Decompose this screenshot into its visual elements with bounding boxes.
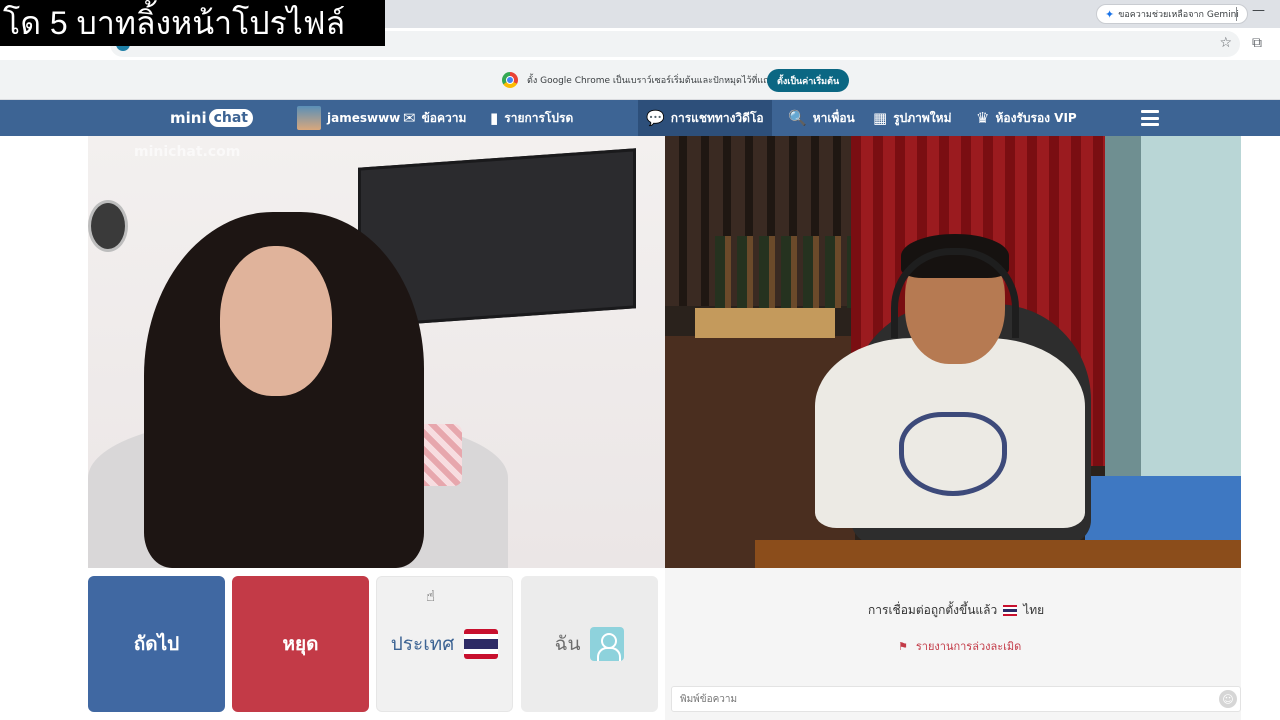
bookmark-icon: ▮ — [490, 109, 499, 127]
logo-mini-text: mini — [170, 109, 207, 127]
infobar-message: ตั้ง Google Chrome เป็นเบราว์เซอร์เริ่มต… — [527, 76, 790, 86]
next-button[interactable]: ถัดไป — [88, 576, 225, 712]
nav-messages[interactable]: ✉ ข้อความ — [403, 100, 466, 136]
connection-text: การเชื่อมต่อถูกตั้งขึ้นแล้ว — [868, 603, 998, 617]
crown-icon: ♛ — [976, 109, 990, 127]
logo-chat-bubble: chat — [208, 109, 253, 127]
next-button-label: ถัดไป — [133, 633, 180, 655]
nav-username: jameswww — [327, 111, 401, 125]
nav-find-friends-label: หาเพื่อน — [812, 110, 855, 125]
video-shelf-top-shape — [695, 308, 835, 338]
chrome-logo-icon — [502, 72, 518, 88]
video-table-shape — [755, 540, 1241, 568]
minimize-icon[interactable]: — — [1252, 3, 1265, 18]
overlay-caption: โด 5 บาทลิ้งหน้าโปรไฟล์ — [0, 0, 385, 46]
nav-vip-room-label: ห้องรับรอง VIP — [995, 110, 1077, 125]
flag-icon: ⚑ — [898, 639, 908, 653]
nav-favorites[interactable]: ▮ รายการโปรด — [490, 100, 573, 136]
gemini-label: ขอความช่วยเหลือจาก Gemini — [1118, 10, 1239, 20]
me-button[interactable]: ฉัน — [521, 576, 658, 712]
emoji-icon[interactable]: ☺ — [1219, 690, 1237, 708]
extensions-icon[interactable]: ⧉ — [1252, 35, 1262, 51]
hamburger-menu-icon[interactable] — [1141, 110, 1159, 126]
star-icon[interactable]: ☆ — [1219, 35, 1232, 51]
stop-button-label: หยุด — [282, 633, 319, 655]
video-shirt-print — [899, 412, 1007, 496]
nav-profile[interactable]: jameswww — [297, 100, 400, 136]
set-default-button[interactable]: ตั้งเป็นค่าเริ่มต้น — [767, 69, 850, 92]
nav-vip-room[interactable]: ♛ ห้องรับรอง VIP — [976, 100, 1077, 136]
message-input[interactable] — [671, 686, 1241, 712]
avatar — [297, 106, 321, 130]
user-avatar-icon — [590, 627, 625, 661]
local-video — [665, 136, 1241, 568]
gemini-spark-icon: ✦ — [1105, 7, 1115, 21]
country-button-label: ประเทศ — [390, 633, 455, 655]
connection-country: ไทย — [1023, 603, 1045, 617]
search-icon: 🔍 — [788, 109, 807, 127]
nav-favorites-label: รายการโปรด — [504, 110, 574, 125]
thailand-flag-icon — [464, 629, 499, 659]
chat-bubble-icon: 💬 — [646, 109, 665, 127]
nav-find-friends[interactable]: 🔍 หาเพื่อน — [788, 100, 855, 136]
video-watermark: minichat.com — [134, 144, 241, 160]
nav-new-photos[interactable]: ▦ รูปภาพใหม่ — [873, 100, 952, 136]
site-navbar: mini chat jameswww ✉ ข้อความ ▮ รายการโปร… — [0, 100, 1280, 136]
envelope-icon: ✉ — [403, 109, 416, 127]
video-person-face — [220, 246, 332, 396]
report-abuse-link[interactable]: ⚑ รายงานการล่วงละเมิด — [898, 637, 1021, 655]
nav-video-chat[interactable]: 💬 การแชททางวิดีโอ — [638, 100, 772, 136]
hand-cursor-icon: ☝ — [426, 587, 436, 605]
me-button-label: ฉัน — [554, 633, 581, 655]
stop-button[interactable]: หยุด — [232, 576, 369, 712]
nav-new-photos-label: รูปภาพใหม่ — [893, 110, 952, 125]
gemini-button[interactable]: ✦ ขอความช่วยเหลือจาก Gemini — [1096, 4, 1248, 24]
video-bottles-shape — [715, 236, 865, 308]
remote-video: minichat.com — [88, 136, 665, 568]
minichat-logo[interactable]: mini chat — [170, 105, 253, 131]
nav-video-chat-label: การแชททางวิดีโอ — [670, 110, 764, 125]
report-abuse-label: รายงานการล่วงละเมิด — [915, 640, 1022, 653]
default-browser-infobar: ตั้ง Google Chrome เป็นเบราว์เซอร์เริ่มต… — [0, 60, 1280, 100]
connection-status: การเชื่อมต่อถูกตั้งขึ้นแล้ว ไทย — [868, 601, 1044, 620]
grid-icon: ▦ — [873, 109, 888, 127]
video-clock-shape — [88, 200, 128, 252]
nav-messages-label: ข้อความ — [421, 110, 467, 125]
thailand-flag-icon — [1003, 605, 1018, 616]
window-separator — [1236, 7, 1237, 21]
country-button[interactable]: ประเทศ — [376, 576, 513, 712]
